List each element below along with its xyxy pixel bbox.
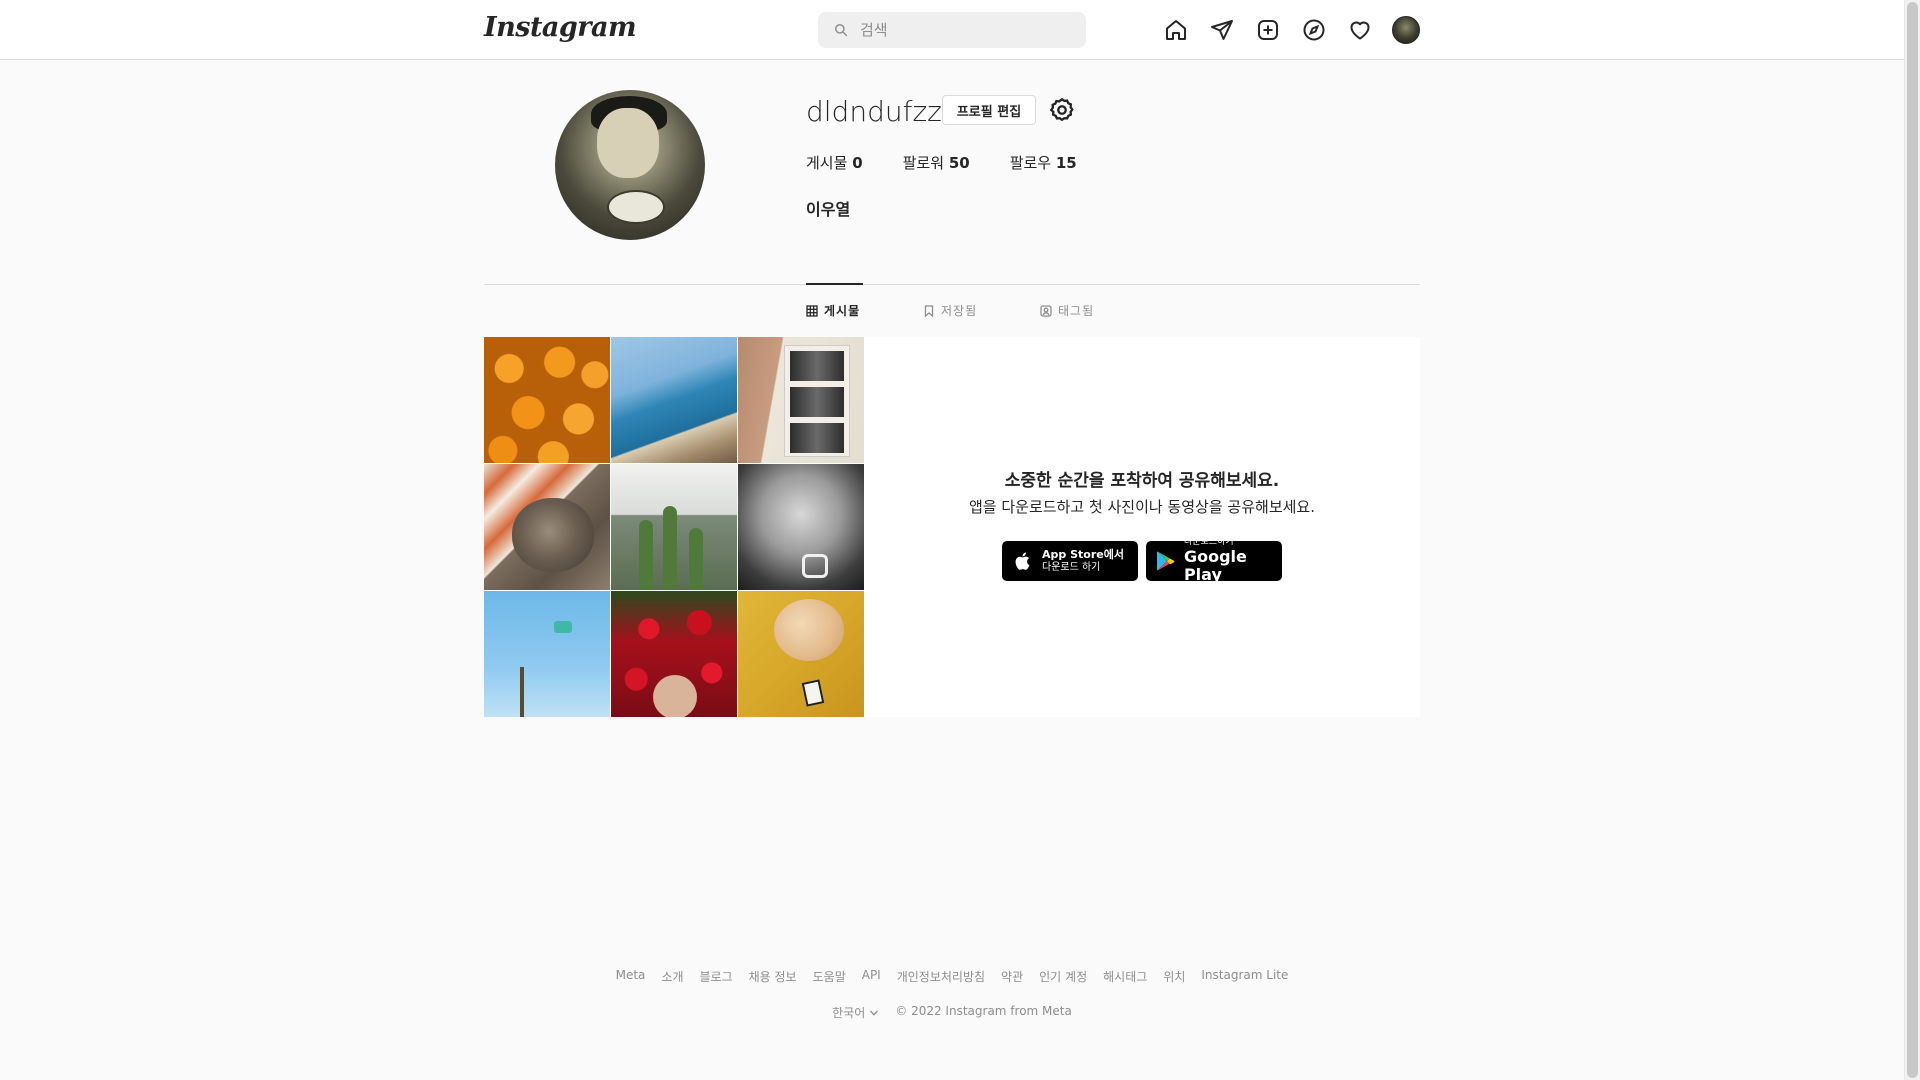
language-label: 한국어 (832, 1006, 866, 1020)
search-box[interactable] (818, 12, 1086, 48)
footer-link[interactable]: 인기 계정 (1039, 968, 1087, 985)
google-play-line2: Google Play (1183, 547, 1247, 584)
sample-photo-flowers (611, 591, 737, 717)
language-selector[interactable]: 한국어 (832, 1004, 879, 1021)
footer-link[interactable]: 채용 정보 (749, 968, 797, 985)
app-store-line1: App Store에서 (1042, 548, 1124, 562)
tab-posts[interactable]: 게시물 (806, 302, 860, 319)
following-stat[interactable]: 팔로우 15 (1010, 152, 1077, 173)
footer-link[interactable]: 위치 (1163, 968, 1185, 985)
tab-posts-label: 게시물 (824, 304, 861, 318)
google-play-button[interactable]: 다운로드하기 Google Play (1146, 538, 1282, 584)
sample-photo-dog (484, 464, 610, 590)
profile-picture-bowl (607, 190, 665, 224)
direct-message-icon[interactable] (1208, 16, 1236, 44)
photo-strip-frame (790, 351, 844, 381)
app-store-line2: 다운로드 하기 (1042, 561, 1101, 573)
sample-photo-coastline (611, 337, 737, 463)
apple-icon (1015, 552, 1030, 570)
settings-gear-icon[interactable] (1048, 96, 1076, 124)
profile-avatar[interactable] (1392, 16, 1420, 44)
face-shape (653, 675, 697, 717)
posts-stat: 게시물 0 (806, 152, 863, 173)
explore-icon[interactable] (1300, 16, 1328, 44)
tab-saved[interactable]: 저장됨 (923, 302, 977, 319)
sample-photo-photobooth-strip (738, 337, 864, 463)
search-input[interactable] (860, 12, 1070, 48)
chevron-down-icon (870, 1010, 879, 1016)
photo-strip-frame (790, 387, 844, 417)
active-tab-indicator (806, 283, 863, 285)
footer-link[interactable]: 도움말 (813, 968, 846, 985)
tag-icon (1040, 304, 1052, 317)
sample-photo-cactus (611, 464, 737, 590)
footer-link[interactable]: 블로그 (700, 968, 733, 985)
cactus-stem (639, 520, 653, 590)
followers-count: 50 (948, 154, 970, 172)
google-play-icon (1156, 551, 1175, 571)
following-label: 팔로우 (1009, 154, 1052, 172)
tab-saved-label: 저장됨 (941, 304, 978, 318)
footer-link[interactable]: Instagram Lite (1201, 968, 1288, 985)
following-count: 15 (1055, 154, 1077, 172)
footer-links: Meta 소개 블로그 채용 정보 도움말 API 개인정보처리방침 약관 인기… (0, 968, 1904, 985)
app-store-button[interactable]: App Store에서 다운로드 하기 (1002, 541, 1138, 581)
photo-strip-frame (790, 423, 844, 453)
dog-shape (512, 498, 594, 572)
cactus-stem (663, 506, 677, 590)
footer-link[interactable]: 약관 (1001, 968, 1023, 985)
new-post-icon[interactable] (1254, 16, 1282, 44)
sample-photo-oranges (484, 337, 610, 463)
home-icon[interactable] (1162, 16, 1190, 44)
posts-count: 0 (852, 154, 863, 172)
top-navigation-bar: Instagram (0, 0, 1904, 60)
footer-link[interactable]: 소개 (661, 968, 683, 985)
followers-stat[interactable]: 팔로워 50 (903, 152, 970, 173)
profile-username: dldndufzz (806, 95, 942, 128)
scrollbar-track[interactable] (1904, 0, 1920, 1080)
edit-profile-button[interactable]: 프로필 편집 (942, 95, 1036, 125)
grid-icon (806, 304, 818, 317)
card-shape (801, 679, 825, 707)
nav-icons (1162, 16, 1420, 44)
profile-full-name: 이우열 (806, 200, 851, 219)
posts-label: 게시물 (806, 154, 848, 172)
footer-bottom: 한국어 © 2022 Instagram from Meta (0, 1004, 1904, 1021)
cactus-stem (689, 528, 703, 590)
footer-link[interactable]: 해시태그 (1103, 968, 1147, 985)
profile-picture-face (597, 108, 659, 178)
sample-photo-palm-gondola (484, 591, 610, 717)
instagram-logo[interactable]: Instagram (484, 12, 637, 43)
profile-stats: 게시물 0 팔로워 50 팔로우 15 (806, 152, 1077, 173)
footer-link[interactable]: API (862, 968, 881, 985)
cat-shape (774, 599, 844, 661)
empty-state-subtitle: 앱을 다운로드하고 첫 사진이나 동영상을 공유해보세요. (968, 498, 1315, 516)
activity-heart-icon[interactable] (1346, 16, 1374, 44)
copyright-text: © 2022 Instagram from Meta (895, 1004, 1072, 1018)
sample-photo-grid (484, 337, 864, 717)
scrollbar-thumb[interactable] (1907, 2, 1918, 1078)
profile-picture[interactable] (555, 90, 705, 240)
search-icon (835, 24, 848, 37)
gondola-shape (554, 621, 572, 633)
empty-state-title: 소중한 순간을 포착하여 공유해보세요. (1004, 471, 1280, 491)
sample-photo-baby (738, 464, 864, 590)
bookmark-icon (924, 304, 934, 317)
tab-tagged-label: 태그됨 (1058, 304, 1095, 318)
footer-link[interactable]: 개인정보처리방침 (897, 968, 985, 985)
sample-photo-cat (738, 591, 864, 717)
tab-tagged[interactable]: 태그됨 (1040, 302, 1094, 319)
camera-icon (802, 554, 828, 578)
palm-trunk (520, 667, 524, 717)
followers-label: 팔로워 (902, 154, 945, 172)
footer-link[interactable]: Meta (616, 968, 646, 985)
tabs-divider (484, 284, 1420, 285)
